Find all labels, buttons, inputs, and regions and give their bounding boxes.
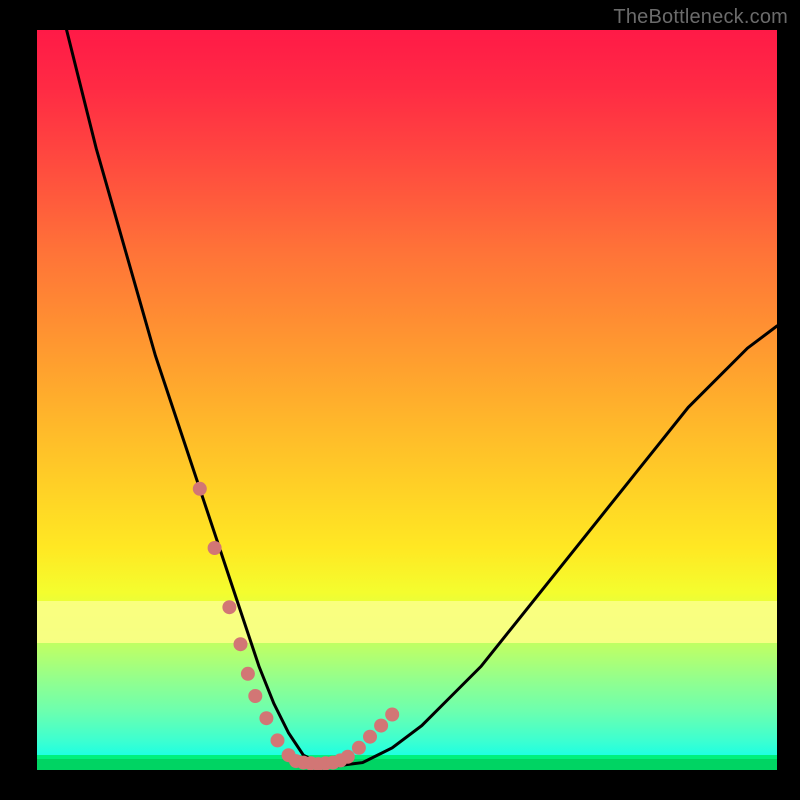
curve-svg [37, 30, 777, 770]
marker-dot [208, 541, 222, 555]
marker-dot [374, 719, 388, 733]
chart-frame: TheBottleneck.com [0, 0, 800, 800]
marker-dot [385, 708, 399, 722]
marker-dot [193, 482, 207, 496]
bottleneck-curve-path [67, 30, 777, 766]
marker-dot [241, 667, 255, 681]
watermark-text: TheBottleneck.com [613, 6, 788, 29]
marker-dot [352, 741, 366, 755]
marker-dot [248, 689, 262, 703]
yellow-band [37, 601, 777, 643]
marker-dot [363, 730, 377, 744]
green-strip-2 [37, 759, 777, 770]
marker-dot [271, 733, 285, 747]
plot-area [37, 30, 777, 770]
marker-dot [259, 711, 273, 725]
